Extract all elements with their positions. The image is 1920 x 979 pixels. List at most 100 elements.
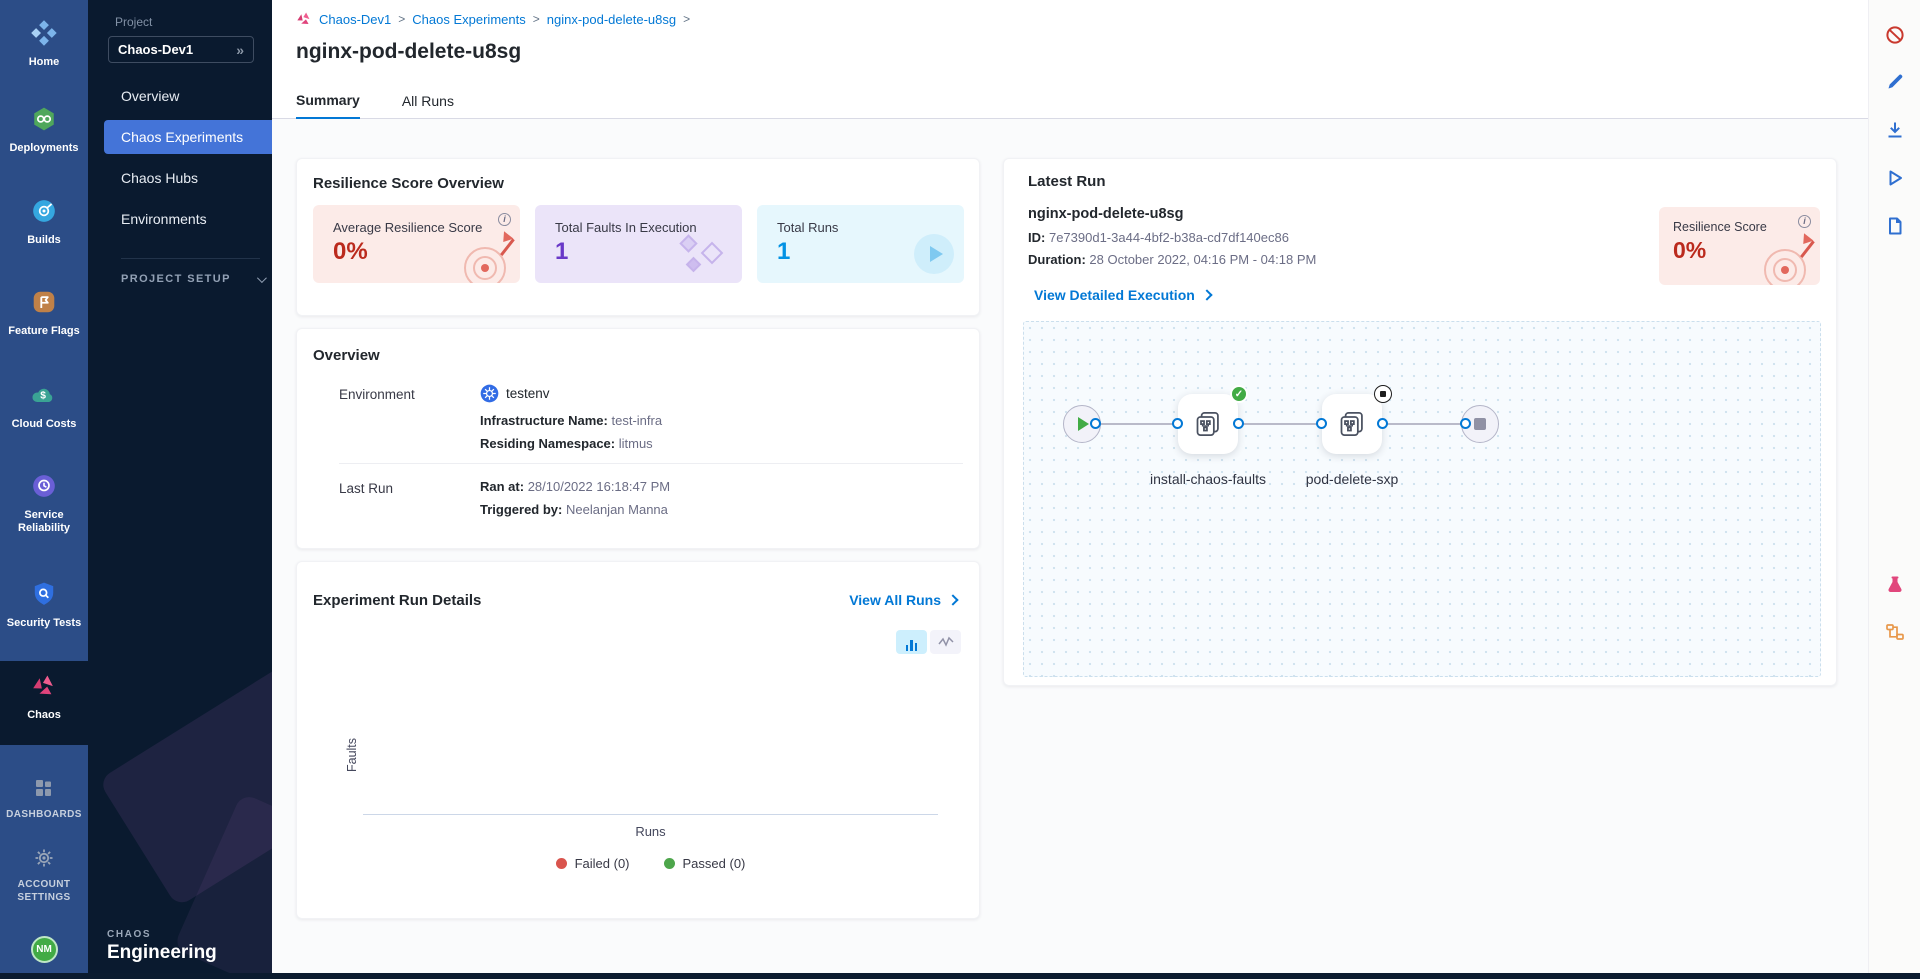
target-art-icon — [460, 237, 512, 283]
sidebar-item-account-settings[interactable]: ACCOUNT SETTINGS — [0, 848, 88, 904]
latest-run-card: Latest Run nginx-pod-delete-u8sg ID: 7e7… — [1003, 158, 1837, 686]
step-template-icon — [1338, 410, 1366, 438]
info-icon[interactable]: i — [498, 213, 511, 226]
pipeline-view-button[interactable] — [1885, 622, 1905, 642]
sidebar-item-deployments[interactable]: Deployments — [0, 106, 88, 155]
connector-port-icon — [1233, 418, 1244, 429]
triggered-by-row: Triggered by: Neelanjan Manna — [480, 502, 668, 517]
breadcrumb-chaos-experiments[interactable]: Chaos Experiments — [412, 12, 525, 27]
breadcrumb-separator: > — [533, 12, 540, 26]
namespace-label: Residing Namespace: — [480, 436, 615, 451]
rail-label: DASHBOARDS — [6, 808, 82, 821]
app-root: Home Deployments Builds Feature Flags $ … — [0, 0, 1920, 979]
tab-summary[interactable]: Summary — [296, 92, 360, 119]
sidebar-item-home[interactable]: Home — [0, 20, 88, 69]
avatar[interactable]: NM — [31, 936, 58, 963]
view-all-runs-link[interactable]: View All Runs — [849, 592, 957, 608]
module-title: Engineering — [107, 942, 217, 964]
view-manifest-button[interactable] — [1885, 216, 1905, 236]
run-id-label: ID: — [1028, 230, 1045, 245]
breadcrumb-separator: > — [398, 12, 405, 26]
main-content: Resilience Score Overview Average Resili… — [272, 119, 1868, 973]
user-avatar-item[interactable]: NM — [0, 936, 88, 963]
sidebar-item-overview[interactable]: Overview — [88, 79, 272, 113]
project-setup-section[interactable]: PROJECT SETUP — [121, 273, 264, 285]
chevron-right-icon — [947, 594, 958, 605]
sidebar-item-builds[interactable]: Builds — [0, 198, 88, 247]
step-node-install-chaos-faults[interactable] — [1178, 394, 1238, 454]
sidebar-item-service-reliability[interactable]: Service Reliability — [0, 473, 88, 535]
chevron-down-icon — [257, 273, 267, 283]
tab-all-runs[interactable]: All Runs — [402, 93, 454, 118]
bar-chart-toggle-button[interactable] — [896, 630, 927, 654]
avg-resilience-score-tile: Average Resilience Score 0% i — [313, 205, 520, 283]
environment-value-row: testenv — [480, 384, 550, 403]
ran-at-row: Ran at: 28/10/2022 16:18:47 PM — [480, 479, 670, 494]
rail-label: ACCOUNT SETTINGS — [13, 878, 75, 904]
passed-dot-icon — [664, 858, 675, 869]
step-template-icon — [1194, 410, 1222, 438]
expand-sidebar-icon[interactable]: » — [236, 42, 244, 58]
rail-label: Chaos — [27, 709, 61, 722]
run-experiment-button[interactable] — [1885, 168, 1905, 188]
file-icon — [1885, 216, 1905, 236]
legend-item-passed[interactable]: Passed (0) — [664, 856, 746, 871]
connector-port-icon — [1316, 418, 1327, 429]
pipeline-canvas[interactable]: ✓ install-chaos-faults pod-delete-sxp — [1023, 321, 1821, 677]
pipeline-connector — [1238, 423, 1322, 425]
chart-x-axis — [363, 814, 938, 815]
namespace-row: Residing Namespace: litmus — [480, 436, 653, 451]
sidebar-item-feature-flags[interactable]: Feature Flags — [0, 289, 88, 338]
pipeline-connector — [1095, 423, 1178, 425]
download-manifest-button[interactable] — [1885, 120, 1905, 140]
resilience-score-tile: Resilience Score 0% i — [1659, 207, 1820, 285]
sidebar-item-security-tests[interactable]: Security Tests — [0, 581, 88, 630]
chaos-icon — [31, 673, 57, 704]
breadcrumb-project[interactable]: Chaos-Dev1 — [319, 12, 391, 27]
view-detailed-execution-link[interactable]: View Detailed Execution — [1034, 287, 1211, 303]
project-name: Chaos-Dev1 — [118, 42, 193, 57]
pipeline-icon — [1885, 622, 1905, 642]
sidebar-item-environments[interactable]: Environments — [88, 202, 272, 236]
stop-icon — [1474, 418, 1486, 430]
total-runs-tile: Total Runs 1 — [757, 205, 964, 283]
info-icon[interactable]: i — [1798, 215, 1811, 228]
legend-label: Passed (0) — [683, 856, 746, 871]
ban-icon — [1885, 25, 1905, 45]
card-title: Experiment Run Details — [313, 592, 481, 609]
rail-label: Deployments — [9, 142, 78, 155]
connector-port-icon — [1090, 418, 1101, 429]
sidebar-item-dashboards[interactable]: DASHBOARDS — [0, 778, 88, 821]
dashboards-icon — [34, 778, 54, 803]
namespace-value: litmus — [619, 436, 653, 451]
chart-legend: Failed (0) Passed (0) — [363, 856, 938, 871]
ran-at-label: Ran at: — [480, 479, 524, 494]
chaos-faults-button[interactable] — [1885, 575, 1905, 595]
pencil-icon — [1885, 72, 1905, 92]
pipeline-connector — [1382, 423, 1466, 425]
card-title: Overview — [313, 347, 380, 364]
infrastructure-label: Infrastructure Name: — [480, 413, 608, 428]
step-node-pod-delete-sxp[interactable] — [1322, 394, 1382, 454]
home-icon — [31, 20, 57, 51]
project-selector[interactable]: Chaos-Dev1 » — [108, 36, 254, 63]
run-icon — [1885, 168, 1905, 188]
sidebar-item-chaos-hubs[interactable]: Chaos Hubs — [88, 161, 272, 195]
sidebar-item-cloud-costs[interactable]: $ Cloud Costs — [0, 382, 88, 431]
disable-experiment-button[interactable] — [1885, 25, 1905, 45]
breadcrumb-experiment[interactable]: nginx-pod-delete-u8sg — [547, 12, 676, 27]
stat-label: Average Resilience Score — [333, 220, 520, 235]
duration-value: 28 October 2022, 04:16 PM - 04:18 PM — [1089, 252, 1316, 267]
legend-item-failed[interactable]: Failed (0) — [556, 856, 630, 871]
sidebar-menu: Overview Chaos Experiments Chaos Hubs En… — [88, 79, 272, 243]
triggered-by-value: Neelanjan Manna — [566, 502, 668, 517]
environment-name[interactable]: testenv — [506, 386, 550, 401]
sidebar-item-chaos[interactable]: Chaos — [0, 673, 88, 722]
failed-dot-icon — [556, 858, 567, 869]
line-chart-toggle-button[interactable] — [930, 630, 961, 654]
edit-experiment-button[interactable] — [1885, 72, 1905, 92]
sidebar-divider — [121, 258, 260, 259]
flask-icon — [1885, 575, 1905, 595]
step-node-label: install-chaos-faults — [1148, 469, 1268, 489]
sidebar-item-chaos-experiments[interactable]: Chaos Experiments — [104, 120, 272, 154]
